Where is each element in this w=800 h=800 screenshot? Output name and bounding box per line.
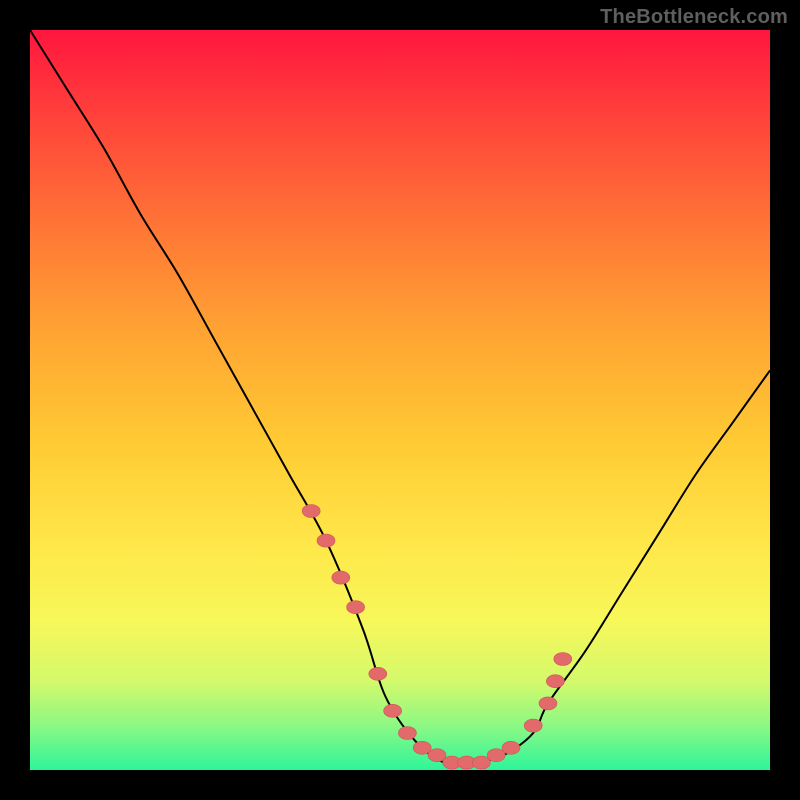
sample-dot [384,704,402,717]
chart-plot-area [30,30,770,770]
sample-dot [554,653,572,666]
bottleneck-curve [30,30,770,765]
sample-dot [502,741,520,754]
sample-dot [472,756,490,769]
sample-dot [539,697,557,710]
chart-svg [30,30,770,770]
sample-dot [347,601,365,614]
sample-dot [428,749,446,762]
sample-dot [487,749,505,762]
sample-dot [302,505,320,518]
sample-dot [524,719,542,732]
sample-dot [332,571,350,584]
sample-dot [317,534,335,547]
sample-dot [413,741,431,754]
sample-dot [369,667,387,680]
sample-dot [546,675,564,688]
watermark-text: TheBottleneck.com [600,6,788,29]
sample-dot [398,727,416,740]
sample-dots-group [302,505,572,770]
